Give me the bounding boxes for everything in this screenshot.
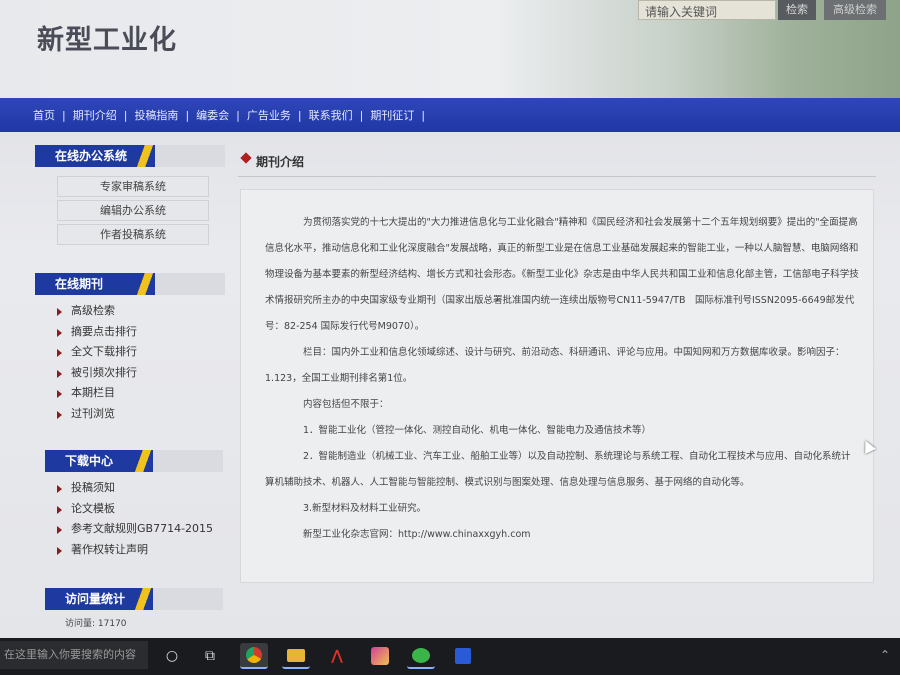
triangle-bullet-icon [57,328,62,337]
taskbar-search[interactable]: 在这里输入你要搜索的内容 [0,641,148,669]
website-line[interactable]: 新型工业化杂志官网：http://www.chinaxxgyh.com [265,522,859,548]
journal-list: 高级检索 摘要点击排行 全文下载排行 被引频次排行 本期栏目 过刊浏览 [35,295,225,424]
triangle-bullet-icon [57,546,62,555]
visit-count: 访问量: 17170 [65,619,127,629]
site-title: 新型工业化 [37,25,177,56]
triangle-bullet-icon [57,308,62,316]
chrome-icon[interactable] [240,643,268,669]
nav-contact[interactable]: 联系我们 [309,107,353,123]
nav-editorial-board[interactable]: 编委会 [196,107,229,123]
author-submission-link[interactable]: 作者投稿系统 [57,224,209,245]
search-input[interactable]: 请输入关键词 [638,0,776,20]
nav-advertising[interactable]: 广告业务 [247,107,291,123]
task-view-icon[interactable]: ⧉ [196,643,224,669]
journal-intro-text: 为贯彻落实党的十七大提出的"大力推进信息化与工业化融合"精神和《国民经济和社会发… [240,189,874,583]
diamond-icon [240,152,252,164]
wechat-icon[interactable] [407,643,435,669]
triangle-bullet-icon [57,485,62,493]
triangle-bullet-icon [57,505,62,514]
media-app-icon[interactable] [366,643,394,669]
visits-panel-header: 访问量统计 [45,588,223,610]
sidebar-item-past-issues[interactable]: 过刊浏览 [57,404,225,425]
office-panel-header: 在线办公系统 [35,145,225,167]
nav-submission-guide[interactable]: 投稿指南 [134,107,178,123]
download-item-copyright[interactable]: 著作权转让声明 [57,540,225,561]
nav-subscription[interactable]: 期刊征订 [370,107,414,123]
columns-paragraph: 栏目：国内外工业和信息化领域综述、设计与研究、前沿动态、科研通讯、评论与应用。中… [265,347,845,384]
main-nav: 首页 | 期刊介绍 | 投稿指南 | 编委会 | 广告业务 | 联系我们 | 期… [0,98,900,132]
cortana-icon[interactable]: ○ [158,643,186,669]
triangle-bullet-icon [57,410,62,419]
sidebar-item-advanced-search[interactable]: 高级检索 [57,301,225,322]
intro-paragraph: 为贯彻落实党的十七大提出的"大力推进信息化与工业化融合"精神和《国民经济和社会发… [265,217,859,332]
triangle-bullet-icon [57,390,62,398]
journal-panel-header: 在线期刊 [35,273,225,295]
download-panel-header: 下载中心 [45,450,223,472]
download-list: 投稿须知 论文模板 参考文献规则GB7714-2015 著作权转让声明 [35,472,225,560]
blue-app-icon[interactable] [449,643,477,669]
advanced-search-button[interactable]: 高级检索 [824,0,886,20]
triangle-bullet-icon [57,349,62,357]
browser-viewport: 新型工业化 请输入关键词 检索 高级检索 首页 | 期刊介绍 | 投稿指南 | … [0,0,900,638]
scope-heading: 内容包括但不限于： [303,399,389,410]
main-header: 期刊介绍 [238,145,876,177]
editor-office-link[interactable]: 编辑办公系统 [57,200,209,221]
acrobat-icon[interactable]: ⋀ [323,643,351,669]
sidebar-item-current-issue[interactable]: 本期栏目 [57,383,225,404]
search-button[interactable]: 检索 [778,0,816,20]
sidebar: 在线办公系统 专家审稿系统 编辑办公系统 作者投稿系统 在线期刊 高级检索 摘要… [35,145,225,629]
nav-home[interactable]: 首页 [33,107,55,123]
scope-item-3: 3.新型材料及材料工业研究。 [303,503,427,514]
nav-journal-intro[interactable]: 期刊介绍 [73,107,117,123]
site-header: 新型工业化 请输入关键词 检索 高级检索 [0,0,900,98]
expert-review-link[interactable]: 专家审稿系统 [57,176,209,197]
triangle-bullet-icon [57,526,62,534]
download-item-template[interactable]: 论文模板 [57,499,225,520]
taskbar: 在这里输入你要搜索的内容 ○ ⧉ ⋀ ⌃ [0,638,900,675]
download-item-guidelines[interactable]: 投稿须知 [57,478,225,499]
chevron-up-icon[interactable]: ⌃ [880,648,890,662]
sidebar-item-download-ranking[interactable]: 全文下载排行 [57,342,225,363]
scope-item-2: 2．智能制造业（机械工业、汽车工业、船舶工业等）以及自动控制、系统理论与系统工程… [265,451,851,488]
main-content: 期刊介绍 为贯彻落实党的十七大提出的"大力推进信息化与工业化融合"精神和《国民经… [238,145,876,585]
sidebar-item-abstract-ranking[interactable]: 摘要点击排行 [57,322,225,343]
scope-item-1: 1．智能工业化（管控一体化、测控自动化、机电一体化、智能电力及通信技术等） [303,425,652,436]
page-title: 期刊介绍 [256,155,305,169]
sidebar-item-citation-ranking[interactable]: 被引频次排行 [57,363,225,384]
download-item-reference-rules[interactable]: 参考文献规则GB7714-2015 [57,519,225,540]
file-explorer-icon[interactable] [282,643,310,669]
triangle-bullet-icon [57,369,62,378]
